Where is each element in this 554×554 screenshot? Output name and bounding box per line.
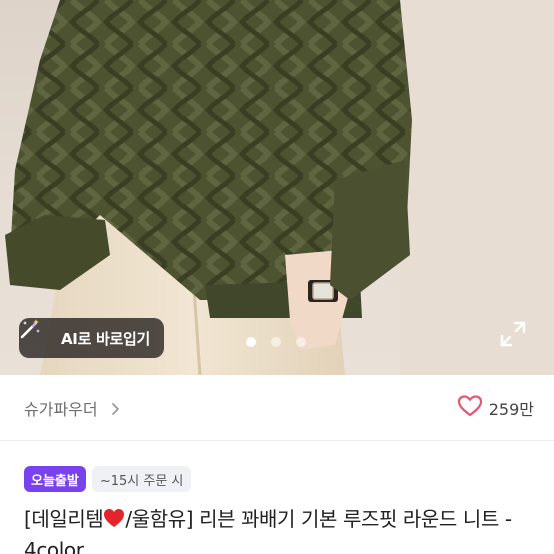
expand-icon[interactable] [499, 320, 527, 348]
product-title: [데일리템/울함유] 리븐 꽈배기 기본 루즈핏 라운드 니트 - 4color [24, 504, 534, 554]
seller-name: 슈가파우더 [24, 399, 98, 419]
like-button[interactable]: 259만 [457, 394, 534, 422]
order-cutoff-badge: ~15시 주문 시 [91, 466, 192, 492]
product-photo[interactable]: AI로 바로입기 [0, 0, 554, 375]
product-title-part1: [데일리템 [24, 507, 104, 531]
today-shipping-badge: 오늘출발 [24, 466, 86, 492]
red-heart-icon [103, 506, 125, 527]
like-count: 259만 [488, 399, 534, 419]
ai-try-on-label: AI로 바로입기 [61, 329, 151, 348]
heart-outline-icon [457, 394, 483, 422]
chevron-right-icon [110, 401, 120, 415]
pagination-dot[interactable] [271, 337, 281, 347]
photo-pagination [246, 337, 306, 347]
ai-try-on-button[interactable]: AI로 바로입기 [19, 318, 165, 358]
magic-wand-icon [20, 319, 53, 350]
delivery-badges: 오늘출발 ~15시 주문 시 [24, 466, 192, 492]
pagination-dot-active[interactable] [246, 337, 256, 347]
pagination-dot[interactable] [296, 337, 306, 347]
seller-row: 슈가파우더 259만 [0, 375, 554, 441]
seller-link[interactable]: 슈가파우더 [24, 396, 120, 420]
